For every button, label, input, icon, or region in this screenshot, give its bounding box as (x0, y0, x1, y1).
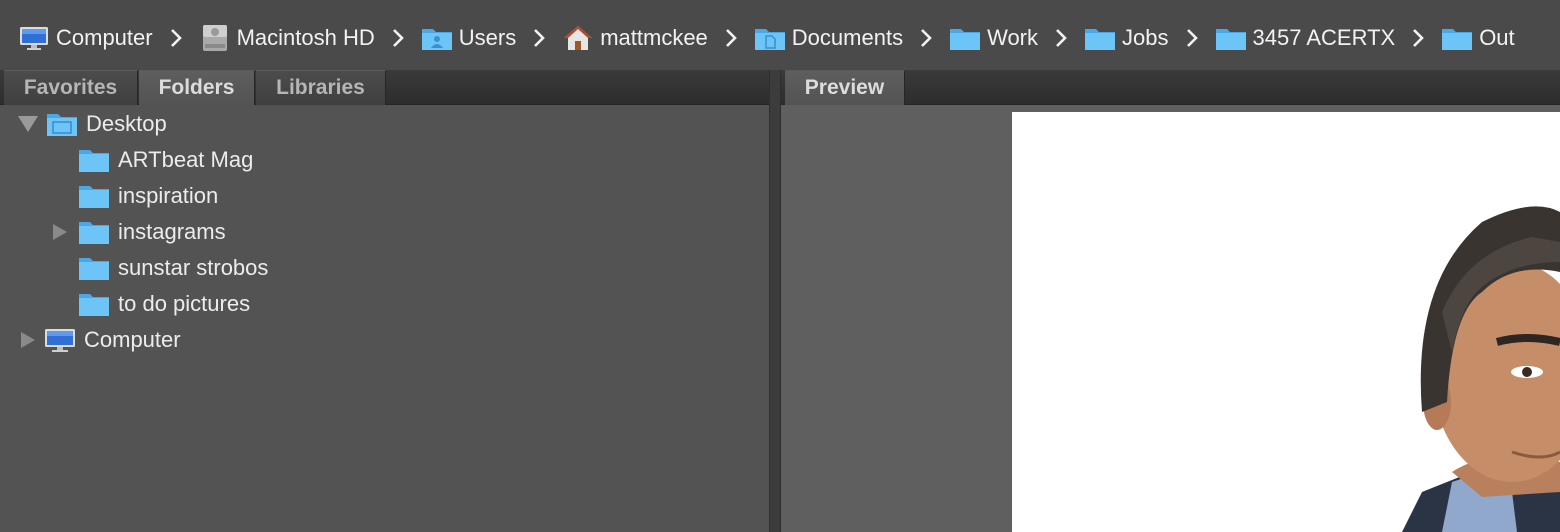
tree-item-computer[interactable]: Computer (18, 322, 181, 358)
computer-icon (44, 327, 76, 353)
documents-folder-icon (754, 24, 786, 52)
chevron-right-icon (1038, 22, 1084, 54)
chevron-right-icon (708, 22, 754, 54)
path-bar: Computer Macintosh HD Users mattmckee Do… (0, 0, 1560, 70)
tree-item-label: Computer (84, 327, 181, 352)
folder-icon (78, 147, 110, 173)
chevron-right-icon (516, 22, 562, 54)
tree-item-sunstar-strobos[interactable]: sunstar strobos (78, 250, 268, 286)
breadcrumb-label: Macintosh HD (236, 25, 375, 50)
home-icon (562, 24, 594, 52)
tree-item-label: inspiration (118, 183, 219, 208)
breadcrumb-label: Out (1479, 25, 1515, 50)
computer-icon (18, 24, 50, 52)
breadcrumb-label: 3457 ACERTX (1252, 25, 1396, 50)
preview-image (1012, 112, 1560, 532)
chevron-right-icon (903, 22, 949, 54)
breadcrumb-out[interactable]: Out (1441, 22, 1515, 54)
tree-item-inspiration[interactable]: inspiration (78, 178, 218, 214)
breadcrumb-label: mattmckee (600, 25, 708, 50)
tree-item-label: ARTbeat Mag (118, 147, 254, 172)
tree-item-label: to do pictures (118, 291, 251, 316)
tree-item-desktop[interactable]: Desktop (16, 106, 167, 142)
tree-item-instagrams[interactable]: instagrams (50, 214, 226, 250)
breadcrumb-macintosh-hd[interactable]: Macintosh HD (199, 22, 375, 54)
chevron-right-icon (375, 22, 421, 54)
tab-folders[interactable]: Folders (139, 70, 255, 105)
folder-icon (1084, 24, 1116, 52)
tree-item-label: Desktop (86, 111, 167, 136)
folder-icon (1441, 24, 1473, 52)
tree-item-to-do-pictures[interactable]: to do pictures (78, 286, 250, 322)
folders-panel: Favorites Folders Libraries Desktop ARTb… (0, 70, 769, 532)
breadcrumb-label: Documents (791, 25, 904, 50)
tree-item-artbeat-mag[interactable]: ARTbeat Mag (78, 142, 253, 178)
folder-icon (78, 183, 110, 209)
folder-icon (78, 291, 110, 317)
users-folder-icon (421, 24, 453, 52)
panel-splitter[interactable] (769, 70, 781, 532)
desktop-folder-icon (46, 111, 78, 137)
breadcrumb-mattmckee[interactable]: mattmckee (562, 22, 708, 54)
tree-item-label: sunstar strobos (118, 255, 269, 280)
preview-panel: Preview (781, 70, 1560, 532)
tab-favorites[interactable]: Favorites (4, 70, 138, 105)
right-tab-bar: Preview (781, 70, 1560, 105)
breadcrumb-users[interactable]: Users (421, 22, 516, 54)
left-tab-bar: Favorites Folders Libraries (0, 70, 769, 105)
chevron-right-icon (1395, 22, 1441, 54)
tab-preview[interactable]: Preview (785, 70, 905, 105)
disclosure-expanded-icon[interactable] (16, 114, 40, 134)
tab-libraries[interactable]: Libraries (256, 70, 386, 105)
folder-icon (78, 255, 110, 281)
disclosure-collapsed-icon[interactable] (50, 222, 70, 242)
chevron-right-icon (1169, 22, 1215, 54)
tree-item-label: instagrams (118, 219, 226, 244)
folder-icon (78, 219, 110, 245)
hard-drive-icon (199, 24, 231, 52)
breadcrumb-label: Computer (56, 25, 153, 50)
chevron-right-icon (153, 22, 199, 54)
breadcrumb-3457-acertx[interactable]: 3457 ACERTX (1215, 22, 1396, 54)
breadcrumb-documents[interactable]: Documents (754, 22, 903, 54)
breadcrumb-label: Jobs (1122, 25, 1169, 50)
breadcrumb-computer[interactable]: Computer (18, 22, 153, 54)
breadcrumb-label: Work (987, 25, 1039, 50)
breadcrumb-work[interactable]: Work (949, 22, 1038, 54)
breadcrumb-jobs[interactable]: Jobs (1084, 22, 1169, 54)
folder-icon (1215, 24, 1247, 52)
breadcrumb-label: Users (458, 25, 517, 50)
disclosure-collapsed-icon[interactable] (18, 330, 38, 350)
folder-icon (949, 24, 981, 52)
